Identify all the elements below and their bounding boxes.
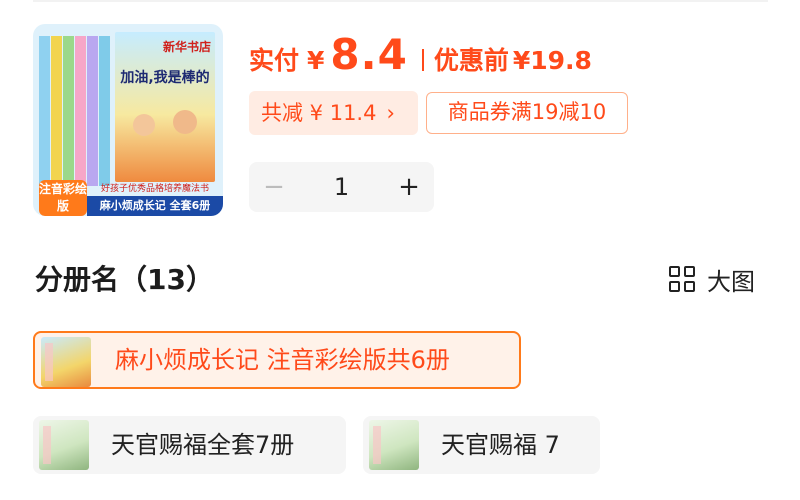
volume-section-title: 分册名（13） bbox=[35, 263, 214, 296]
actual-price-label: 实付 bbox=[249, 46, 300, 75]
discount-label: 共减 ¥ 11.4 bbox=[261, 101, 377, 125]
quantity-stepper: − 1 + bbox=[249, 162, 434, 212]
discount-detail-button[interactable]: 共减 ¥ 11.4 › bbox=[249, 91, 418, 135]
price-row: 实付 ¥ 8.4 优惠前 ¥19.8 bbox=[249, 30, 592, 86]
volume-thumbnail bbox=[41, 337, 91, 387]
chevron-right-icon: › bbox=[386, 101, 395, 125]
grid-icon bbox=[669, 266, 695, 292]
volume-option-label: 天官赐福全套7册 bbox=[111, 431, 295, 459]
actual-price: 8.4 bbox=[330, 30, 408, 79]
volume-thumbnail bbox=[369, 420, 419, 470]
book-spine bbox=[51, 36, 62, 186]
book-spine bbox=[39, 36, 50, 186]
view-toggle-label: 大图 bbox=[707, 267, 755, 296]
volume-option[interactable]: 麻小烦成长记 注音彩绘版共6册 bbox=[33, 331, 521, 389]
volume-option-label: 天官赐福 7 bbox=[441, 431, 560, 459]
cover-illustration bbox=[133, 114, 155, 136]
original-price-label: 优惠前 bbox=[433, 46, 509, 75]
top-divider bbox=[33, 0, 768, 2]
volume-option[interactable]: 天官赐福全套7册 bbox=[33, 416, 346, 474]
volume-thumbnail bbox=[39, 420, 89, 470]
thumb-series-banner: 麻小烦成长记 全套6册 bbox=[87, 196, 223, 216]
book-spine bbox=[99, 36, 110, 186]
book-cover: 新华书店 加油,我是棒的 bbox=[115, 32, 215, 182]
currency-symbol: ¥ bbox=[307, 46, 325, 75]
volume-option[interactable]: 天官赐福 7 bbox=[363, 416, 600, 474]
coupon-tag[interactable]: 商品券满19减10 bbox=[426, 92, 628, 134]
price-divider bbox=[421, 49, 424, 71]
thumb-tagline: 好孩子优秀品格培养魔法书 bbox=[100, 184, 209, 194]
increase-quantity-button[interactable]: + bbox=[384, 162, 434, 212]
product-image[interactable]: 新华书店 加油,我是棒的 注音彩绘版 好孩子优秀品格培养魔法书 麻小烦成长记 全… bbox=[33, 24, 223, 216]
cover-illustration bbox=[173, 110, 197, 134]
decrease-quantity-button[interactable]: − bbox=[249, 162, 299, 212]
edition-badge: 注音彩绘版 bbox=[39, 180, 87, 216]
book-spine bbox=[63, 36, 74, 186]
volume-option-label: 麻小烦成长记 注音彩绘版共6册 bbox=[115, 346, 450, 374]
book-spine bbox=[75, 36, 86, 186]
original-price: ¥19.8 bbox=[512, 46, 592, 75]
book-spine bbox=[87, 36, 98, 186]
publisher-logo: 新华书店 bbox=[162, 40, 211, 54]
large-image-view-toggle[interactable]: 大图 bbox=[669, 262, 755, 296]
quantity-value[interactable]: 1 bbox=[299, 173, 384, 201]
cover-title: 加油,我是棒的 bbox=[120, 70, 210, 86]
